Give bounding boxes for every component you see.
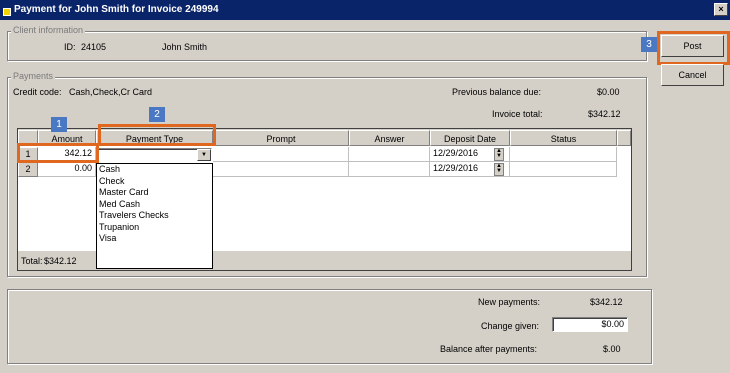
prompt-cell-1[interactable] xyxy=(213,147,349,162)
client-info-label: Client information xyxy=(11,25,86,35)
total-value: $342.12 xyxy=(44,256,77,266)
col-answer[interactable]: Answer xyxy=(349,130,430,146)
step-badge-1: 1 xyxy=(51,117,67,132)
dropdown-option[interactable]: Med Cash xyxy=(97,199,212,211)
amount-highlight xyxy=(17,143,99,163)
step-badge-2: 2 xyxy=(149,107,165,122)
change-given-label: Change given: xyxy=(481,321,540,331)
prompt-cell-2[interactable] xyxy=(213,162,349,177)
amount-cell-2[interactable]: 0.00 xyxy=(38,162,96,177)
cancel-button[interactable]: Cancel xyxy=(661,64,724,86)
col-deposit-date[interactable]: Deposit Date xyxy=(430,130,510,146)
total-label: Total: xyxy=(21,256,43,266)
dropdown-arrow-icon[interactable]: ▼ xyxy=(197,149,211,161)
answer-cell-1[interactable] xyxy=(349,147,430,162)
status-cell-2[interactable] xyxy=(510,162,617,177)
change-given-input[interactable]: $0.00 xyxy=(552,317,628,332)
new-payments-label: New payments: xyxy=(478,297,541,307)
dropdown-option[interactable]: Cash xyxy=(97,164,212,176)
col-status[interactable]: Status xyxy=(510,130,617,146)
window-title: Payment for John Smith for Invoice 24999… xyxy=(14,4,219,15)
dropdown-option[interactable]: Master Card xyxy=(97,187,212,199)
new-payments-value: $342.12 xyxy=(590,297,623,307)
col-extra xyxy=(617,130,631,146)
previous-balance-value: $0.00 xyxy=(597,87,620,97)
dropdown-option[interactable]: Visa xyxy=(97,233,212,245)
balance-after-label: Balance after payments: xyxy=(440,344,538,354)
date-spinner-icon[interactable]: ▲ ▼ xyxy=(494,163,504,176)
step-badge-3: 3 xyxy=(641,37,657,52)
payment-type-dropdown: Cash Check Master Card Med Cash Traveler… xyxy=(96,163,213,269)
answer-cell-2[interactable] xyxy=(349,162,430,177)
app-icon xyxy=(3,8,11,16)
client-id-value: 24105 xyxy=(81,42,107,52)
credit-code-label: Credit code: xyxy=(13,87,62,97)
client-name: John Smith xyxy=(162,42,208,52)
post-button[interactable]: Post xyxy=(661,35,724,57)
dropdown-option[interactable]: Travelers Checks xyxy=(97,210,212,222)
payment-type-select-1[interactable] xyxy=(97,148,212,162)
payment-type-highlight xyxy=(98,124,216,146)
previous-balance-label: Previous balance due: xyxy=(452,87,542,97)
col-prompt[interactable]: Prompt xyxy=(213,130,349,146)
dropdown-option[interactable]: Check xyxy=(97,176,212,188)
row-number-2[interactable]: 2 xyxy=(18,162,38,177)
close-button[interactable]: × xyxy=(714,3,728,16)
invoice-total-value: $342.12 xyxy=(588,109,621,119)
status-cell-1[interactable] xyxy=(510,147,617,162)
date-spinner-icon[interactable]: ▲ ▼ xyxy=(494,148,504,161)
title-bar: Payment for John Smith for Invoice 24999… xyxy=(0,0,730,20)
balance-after-value: $.00 xyxy=(603,344,621,354)
payments-label: Payments xyxy=(11,71,56,81)
dropdown-option[interactable]: Trupanion xyxy=(97,222,212,234)
client-id-label: ID: xyxy=(64,42,76,52)
credit-code-value: Cash,Check,Cr Card xyxy=(69,87,153,97)
invoice-total-label: Invoice total: xyxy=(492,109,543,119)
